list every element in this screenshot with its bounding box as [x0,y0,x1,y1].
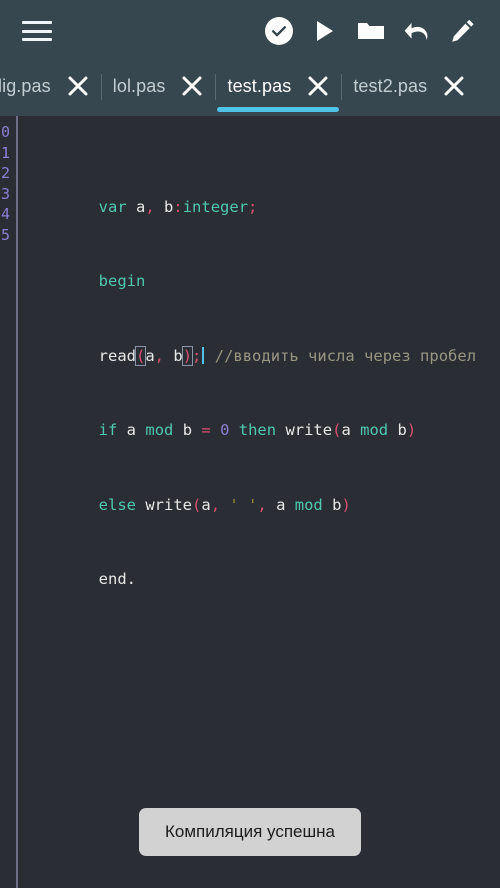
token-punctuation: ( [192,495,202,514]
tab-test-pas[interactable]: test.pas [215,62,341,116]
line-number: 0 [1,123,11,141]
token-keyword: var [98,197,127,216]
token-keyword: if [98,421,118,439]
compile-status-toast: Компиляция успешна [139,808,361,856]
token-comment: //вводить числа через пробел [214,346,477,365]
token-punctuation: , [145,197,155,216]
token-keyword: then [238,421,277,439]
token-bracket-open: ( [134,345,147,366]
token-punctuation: , [154,346,165,365]
code-line-2[interactable]: read(a, b); //вводить числа через пробел [24,325,500,366]
token-string: ' ' [229,495,258,514]
code-line-4[interactable]: else write(a, ' ', a mod b) [24,474,500,514]
line-number: 3 [1,184,11,203]
code-line-1[interactable]: begin [24,251,500,290]
tab-label: test2.pas [353,75,428,96]
token-operator-mod: mod [360,421,389,439]
token-operator-mod: mod [294,495,323,514]
close-icon[interactable] [437,71,471,101]
token-keyword: end. [98,570,136,588]
token-identifier: write [145,495,192,514]
token-bracket-close: ) [181,345,194,366]
toolbar [0,0,500,62]
token-operator: = [201,421,211,439]
token-identifier: b [397,421,407,439]
tab-lig-pas[interactable]: lig.pas [0,62,101,116]
code-line-5[interactable]: end. [24,549,500,588]
menu-button[interactable] [14,8,60,54]
token-punctuation: ; [248,197,258,216]
token-keyword: else [98,495,136,514]
play-icon [314,19,336,43]
pascal-ide-app: lig.pas lol.pas test.pas test2.pas 0 1 2… [0,0,500,888]
token-identifier: a [126,421,137,439]
edit-button[interactable] [440,8,486,54]
token-punctuation: , [210,495,221,514]
token-punctuation: : [173,197,183,216]
run-button[interactable] [302,8,348,54]
tab-label: lol.pas [112,75,166,96]
check-circle-icon [265,17,293,45]
token-identifier: b [182,421,193,439]
token-punctuation: ; [192,346,202,365]
token-keyword: begin [98,272,146,290]
token-identifier: a [201,495,211,514]
token-punctuation: ) [341,495,351,514]
token-punctuation: ) [406,421,417,439]
close-icon[interactable] [175,71,209,101]
token-punctuation: , [257,495,267,514]
tab-label: test.pas [227,75,292,96]
compile-button[interactable] [256,8,302,54]
close-icon[interactable] [301,71,335,101]
tab-active-underline [217,107,340,112]
undo-button[interactable] [394,8,440,54]
tab-lol-pas[interactable]: lol.pas [100,62,216,116]
token-identifier: b [164,197,174,216]
hamburger-menu-icon [22,21,52,41]
pencil-icon [450,18,476,44]
line-number: 5 [1,225,11,244]
tab-bar[interactable]: lig.pas lol.pas test.pas test2.pas [0,62,500,116]
token-type: integer [182,197,249,216]
token-identifier: a [276,495,286,514]
code-line-3[interactable]: if a mod b = 0 then write(a mod b) [24,400,500,439]
token-identifier: a [136,197,146,216]
undo-icon [403,19,431,43]
code-text-area[interactable]: var a, b:integer; begin read(a, b); //вв… [18,116,500,888]
line-number: 2 [1,164,11,182]
code-editor[interactable]: 0 1 2 3 4 5 var a, b:integer; begin read… [0,116,500,888]
open-button[interactable] [348,8,394,54]
line-number-gutter: 0 1 2 3 4 5 [0,116,18,888]
token-identifier: read [98,346,136,365]
token-operator-mod: mod [145,421,174,439]
token-identifier: a [341,421,351,439]
tab-label: lig.pas [0,75,51,96]
line-number: 4 [1,205,11,223]
folder-icon [357,19,385,43]
close-icon[interactable] [61,71,95,101]
token-identifier: b [173,346,183,365]
token-identifier: write [285,421,333,439]
tab-test2-pas[interactable]: test2.pas [341,62,477,116]
token-identifier: a [145,346,155,365]
line-number: 1 [1,143,11,162]
code-line-0[interactable]: var a, b:integer; [24,176,500,216]
